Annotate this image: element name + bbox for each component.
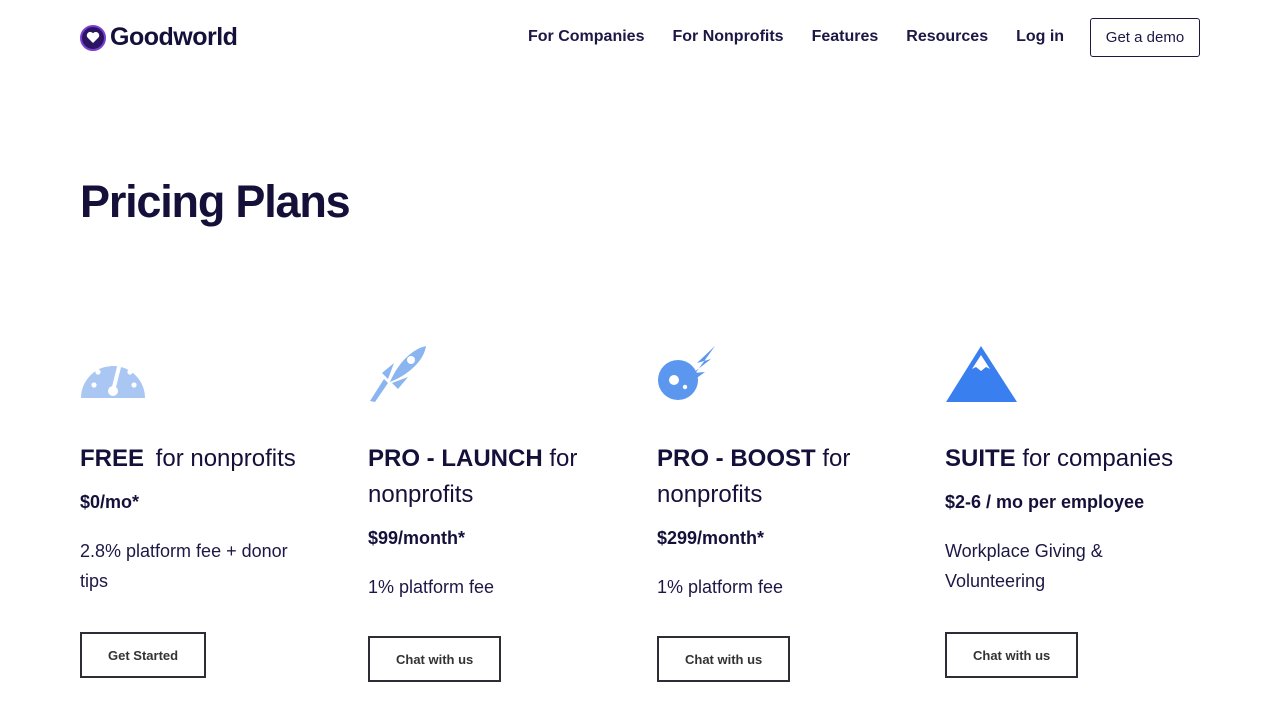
chat-with-us-button[interactable]: Chat with us <box>368 636 502 682</box>
plan-audience: for nonprofits <box>149 445 296 472</box>
plan-price: $2-6 / mo per employee <box>945 492 1145 512</box>
plan-name: SUITE <box>945 445 1016 472</box>
get-started-button[interactable]: Get Started <box>80 632 207 678</box>
plan-description: Workplace Giving & Volunteering <box>945 541 1103 591</box>
get-a-demo-button[interactable]: Get a demo <box>1090 18 1200 57</box>
plan-name: PRO - LAUNCH <box>368 445 543 472</box>
plan-price: $99/month* <box>368 528 466 548</box>
plan-description: 1% platform fee <box>657 577 784 597</box>
nav-log-in[interactable]: Log in <box>1016 28 1064 46</box>
plan-name: PRO - BOOST <box>657 445 816 472</box>
site-header: Goodworld For Companies For Nonprofits F… <box>0 0 1280 75</box>
plan-description: 2.8% platform fee + donor tips <box>80 541 288 591</box>
plan-card-pro-launch: PRO - LAUNCH for nonprofits $99/month* 1… <box>368 345 618 682</box>
comet-icon <box>657 345 727 403</box>
chat-with-us-button[interactable]: Chat with us <box>945 632 1079 678</box>
nav-for-nonprofits[interactable]: For Nonprofits <box>672 28 783 46</box>
speedometer-icon <box>80 345 150 403</box>
plan-card-free: FREE for nonprofits $0/mo* 2.8% platform… <box>80 345 330 678</box>
page-title: Pricing Plans <box>80 176 351 227</box>
nav-resources[interactable]: Resources <box>906 28 988 46</box>
rocket-icon <box>368 345 438 403</box>
plan-name: FREE <box>80 445 145 472</box>
logo[interactable]: Goodworld <box>80 23 238 52</box>
plan-audience: for companies <box>1015 445 1174 472</box>
plan-card-suite: SUITE for companies $2-6 / mo per employ… <box>945 345 1195 678</box>
nav-for-companies[interactable]: For Companies <box>528 28 644 46</box>
chat-with-us-button[interactable]: Chat with us <box>657 636 791 682</box>
plan-card-pro-boost: PRO - BOOST for nonprofits $299/month* 1… <box>657 345 907 682</box>
mountain-icon <box>945 345 1017 403</box>
plan-price: $299/month* <box>657 528 765 548</box>
main-nav: For Companies For Nonprofits Features Re… <box>528 28 1064 46</box>
plan-price: $0/mo* <box>80 492 140 512</box>
logo-text: Goodworld <box>110 23 238 51</box>
plan-description: 1% platform fee <box>368 577 495 597</box>
nav-features[interactable]: Features <box>812 28 879 46</box>
heart-logo-icon <box>80 24 106 51</box>
